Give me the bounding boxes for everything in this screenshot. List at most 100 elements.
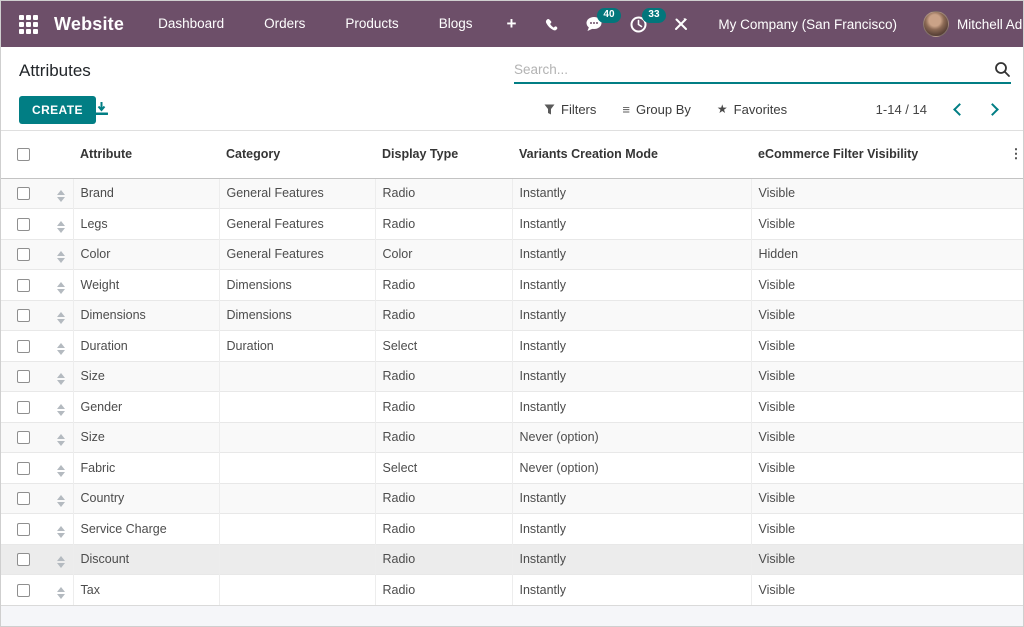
row-checkbox[interactable] [17,431,30,445]
cell-variants[interactable]: Instantly [511,360,751,392]
messages-icon[interactable]: 40 [585,7,621,33]
cell-category[interactable] [218,513,375,544]
cell-category[interactable] [218,391,375,422]
cell-variants[interactable]: Instantly [511,299,751,331]
nav-item-products[interactable]: Products [325,1,418,47]
cell-attribute[interactable]: Duration [72,330,219,361]
optional-columns-icon[interactable]: ⋮ [1007,131,1023,179]
cell-attribute[interactable]: Service Charge [72,513,219,544]
table-row[interactable]: Weight Dimensions Radio Instantly Visible [1,269,1023,300]
cell-display-type[interactable]: Radio [374,391,512,422]
cell-ecommerce[interactable]: Visible [750,330,1007,361]
cell-attribute[interactable]: Weight [72,269,219,300]
cell-variants[interactable]: Instantly [511,391,751,422]
drag-handle-icon[interactable] [57,434,66,447]
table-row[interactable]: Legs General Features Radio Instantly Visibl… [1,208,1023,239]
cell-attribute[interactable]: Legs [72,208,219,239]
nav-item-dashboard[interactable]: Dashboard [138,1,244,47]
row-checkbox[interactable] [17,248,30,262]
table-row[interactable]: Size Radio Instantly Visible [1,360,1023,392]
table-row[interactable]: Discount Radio Instantly Visible [1,543,1023,575]
cell-category[interactable]: Dimensions [218,269,375,300]
cell-display-type[interactable]: Radio [374,177,512,209]
search-icon[interactable] [994,61,1011,78]
row-checkbox[interactable] [17,278,30,292]
cell-attribute[interactable]: Tax [72,574,219,605]
cell-variants[interactable]: Instantly [511,269,751,300]
cell-ecommerce[interactable]: Visible [750,177,1007,209]
cell-ecommerce[interactable]: Hidden [750,238,1007,270]
row-checkbox[interactable] [17,339,30,353]
row-checkbox[interactable] [17,522,30,536]
drag-handle-icon[interactable] [57,373,66,386]
drag-handle-icon[interactable] [57,342,66,355]
nav-item-orders[interactable]: Orders [244,1,325,47]
cell-display-type[interactable]: Color [374,238,512,270]
row-checkbox[interactable] [17,217,30,231]
cell-display-type[interactable]: Radio [374,299,512,331]
cell-variants[interactable]: Never (option) [511,452,751,483]
cell-variants[interactable]: Instantly [511,513,751,544]
cell-attribute[interactable]: Size [72,421,219,453]
cell-variants[interactable]: Never (option) [511,421,751,453]
drag-handle-icon[interactable] [57,403,66,416]
cell-display-type[interactable]: Radio [374,360,512,392]
table-row[interactable]: Gender Radio Instantly Visible [1,391,1023,422]
table-row[interactable]: Duration Duration Select Instantly Visible [1,330,1023,361]
row-checkbox[interactable] [17,584,30,598]
cell-category[interactable] [218,360,375,392]
cell-variants[interactable]: Instantly [511,177,751,209]
row-checkbox[interactable] [17,400,30,414]
pager-next-icon[interactable] [986,102,999,116]
nav-item-blogs[interactable]: Blogs [419,1,493,47]
cell-display-type[interactable]: Radio [374,574,512,605]
table-row[interactable]: Country Radio Instantly Visible [1,482,1023,514]
drag-handle-icon[interactable] [57,525,66,538]
column-header-display-type[interactable]: Display Type [375,131,512,179]
cell-ecommerce[interactable]: Visible [750,482,1007,514]
cell-ecommerce[interactable]: Visible [750,421,1007,453]
cell-display-type[interactable]: Radio [374,513,512,544]
cell-variants[interactable]: Instantly [511,543,751,575]
phone-icon[interactable] [543,16,559,32]
cell-attribute[interactable]: Color [72,238,219,270]
cell-ecommerce[interactable]: Visible [750,208,1007,239]
user-menu[interactable]: Mitchell Admin [922,11,1023,37]
drag-handle-icon[interactable] [57,495,66,508]
cell-ecommerce[interactable]: Visible [750,543,1007,575]
tools-icon[interactable] [673,16,689,32]
search-input[interactable] [514,62,994,77]
cell-category[interactable]: General Features [218,208,375,239]
drag-handle-icon[interactable] [57,556,66,569]
cell-category[interactable] [218,482,375,514]
drag-handle-icon[interactable] [57,312,66,325]
create-button[interactable]: CREATE [19,96,96,124]
cell-display-type[interactable]: Radio [374,421,512,453]
cell-ecommerce[interactable]: Visible [750,299,1007,331]
row-checkbox[interactable] [17,492,30,506]
apps-menu-icon[interactable] [19,14,38,34]
column-header-attribute[interactable]: Attribute [73,131,219,179]
table-row[interactable]: Dimensions Dimensions Radio Instantly Visibl… [1,299,1023,331]
cell-variants[interactable]: Instantly [511,330,751,361]
cell-category[interactable] [218,452,375,483]
drag-handle-icon[interactable] [57,251,66,264]
cell-variants[interactable]: Instantly [511,238,751,270]
cell-display-type[interactable]: Select [374,452,512,483]
cell-category[interactable] [218,421,375,453]
row-checkbox[interactable] [17,309,30,323]
pager-range[interactable]: 1-14 / 14 [876,102,927,117]
cell-attribute[interactable]: Fabric [72,452,219,483]
column-header-ecommerce-filter-visibility[interactable]: eCommerce Filter Visibility [751,131,1007,179]
table-row[interactable]: Color General Features Color Instantly Hidde… [1,238,1023,270]
cell-ecommerce[interactable]: Visible [750,452,1007,483]
cell-ecommerce[interactable]: Visible [750,513,1007,544]
cell-attribute[interactable]: Dimensions [72,299,219,331]
cell-ecommerce[interactable]: Visible [750,269,1007,300]
select-all-checkbox[interactable] [17,148,30,162]
drag-handle-icon[interactable] [57,587,66,599]
cell-display-type[interactable]: Radio [374,208,512,239]
cell-category[interactable]: Dimensions [218,299,375,331]
filters-button[interactable]: Filters [531,102,609,117]
cell-category[interactable]: Duration [218,330,375,361]
